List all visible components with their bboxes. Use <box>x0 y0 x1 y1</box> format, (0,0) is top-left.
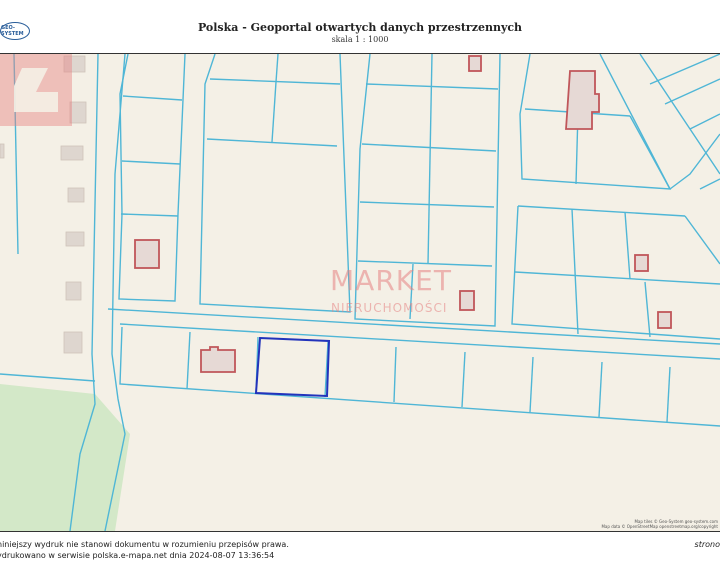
map-view[interactable]: MARKET NIERUCHOMOŚCI Map tiles © Geo-Sys… <box>0 53 720 532</box>
watermark-logo-icon <box>0 54 72 126</box>
map-credit-data: Map data © OpenStreetMap openstreetmap.o… <box>601 524 718 529</box>
print-header: GEO-SYSTEM Polska - Geoportal otwartych … <box>0 0 720 52</box>
selected-parcel <box>254 336 331 398</box>
map-scale: skala 1 : 1000 <box>331 35 389 44</box>
print-date-text: ydrukowano w serwisie polska.e-mapa.net … <box>0 551 275 560</box>
green-area <box>0 384 130 531</box>
page-title: Polska - Geoportal otwartych danych prze… <box>197 21 523 34</box>
buildings <box>134 55 672 373</box>
watermark-text: MARKET <box>330 264 452 297</box>
page-label: strono <box>694 540 720 549</box>
disclaimer-text: niniejszy wydruk nie stanowi dokumentu w… <box>0 540 289 549</box>
watermark-subtext: NIERUCHOMOŚCI <box>331 301 448 315</box>
print-footer: niniejszy wydruk nie stanowi dokumentu w… <box>0 536 720 576</box>
